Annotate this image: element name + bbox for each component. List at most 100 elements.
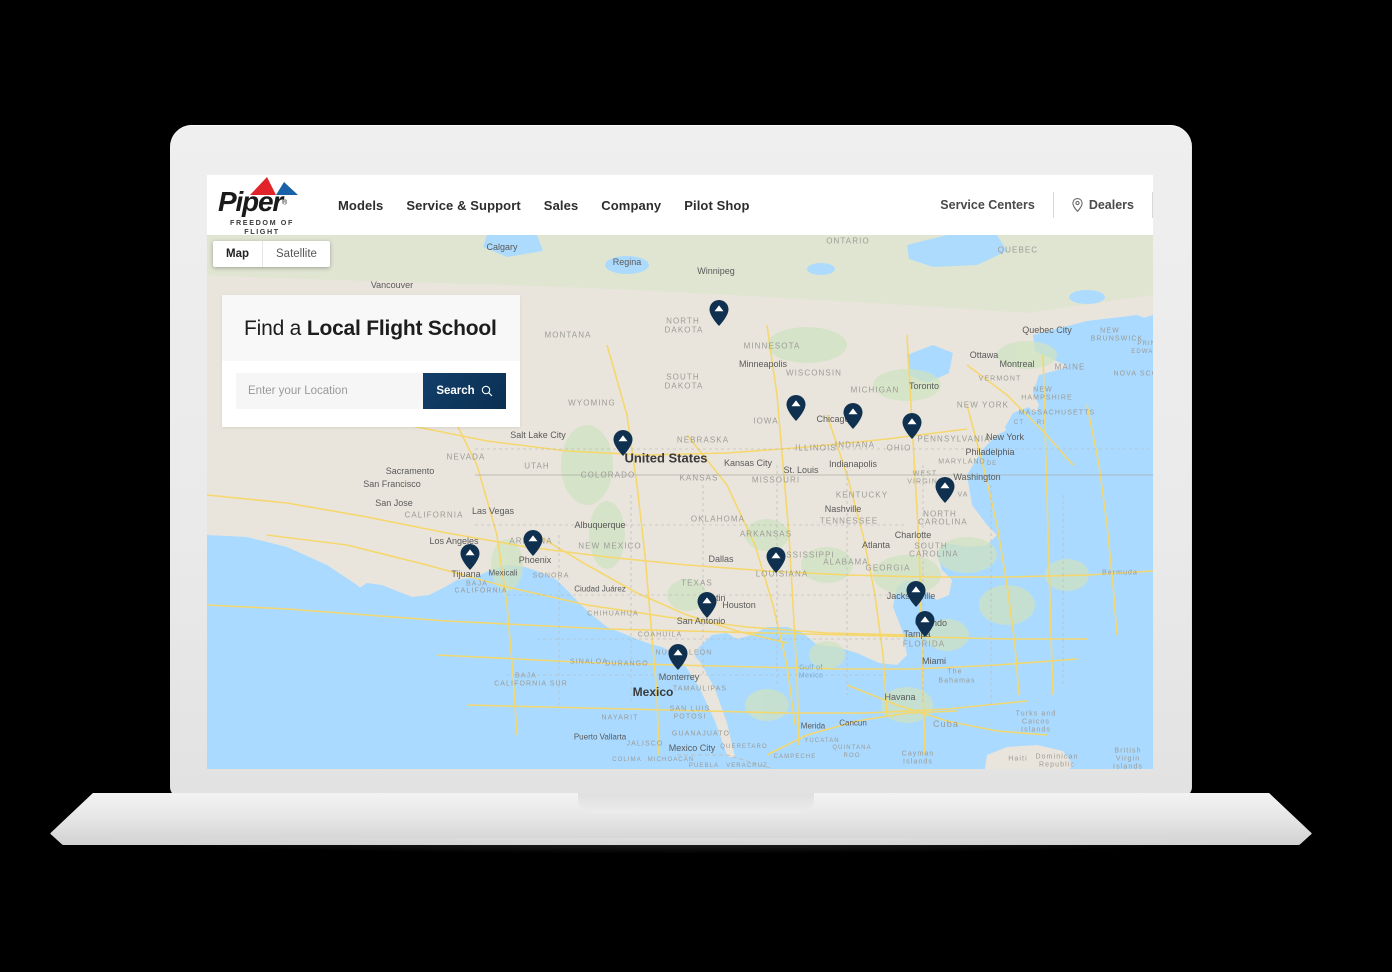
map-label: Washington	[953, 472, 1001, 482]
main-nav: Models Service & Support Sales Company P…	[338, 198, 750, 213]
map-pin-monterrey-mx[interactable]	[668, 644, 688, 670]
location-search-input[interactable]	[236, 373, 423, 409]
map-label: Cuba	[933, 719, 959, 729]
laptop-base-shadow	[60, 838, 1302, 854]
map-label: COLIMA	[612, 757, 642, 763]
piper-logo[interactable]: Piper® FREEDOM OF FLIGHT	[216, 175, 312, 236]
map-label: Monterrey	[658, 672, 700, 682]
laptop-base-notch	[578, 793, 814, 813]
map-label: TENNESSEE	[819, 516, 879, 526]
map-label: IOWA	[753, 416, 779, 426]
map-label: Vancouver	[370, 280, 414, 290]
map-label: Dominican	[1035, 753, 1079, 761]
map-label: Albuquerque	[574, 520, 626, 530]
map-label: SOUTH	[666, 372, 700, 382]
nav-item-service-support[interactable]: Service & Support	[406, 198, 520, 213]
map-label: CAMPECHE	[773, 754, 817, 760]
map-pin-fargo-nd[interactable]	[709, 300, 729, 326]
nav-item-company[interactable]: Company	[601, 198, 661, 213]
map-region[interactable]: Map Satellite Find a Local Flight School…	[207, 235, 1153, 769]
map-label: Indianapolis	[828, 459, 878, 469]
map-label: MICHIGAN	[850, 385, 900, 395]
map-label: SINALOA	[569, 658, 609, 666]
map-label: Mexico	[798, 672, 824, 680]
map-label: Mexicali	[488, 568, 518, 578]
map-label: MASSACHUSETTS	[1018, 409, 1096, 417]
map-type-control[interactable]: Map Satellite	[213, 241, 330, 267]
nav-item-sales[interactable]: Sales	[544, 198, 578, 213]
map-pin-san-antonio-tx[interactable]	[697, 592, 717, 618]
map-label: CALIFORNIA SUR	[494, 680, 568, 688]
map-label: MONTANA	[544, 330, 592, 340]
map-pin-ohio[interactable]	[902, 413, 922, 439]
map-label: Tijuana	[451, 569, 481, 579]
search-button-label: Search	[436, 385, 475, 397]
map-label: NEW	[1033, 386, 1053, 394]
map-label: Montreal	[999, 359, 1035, 369]
panel-body: Search	[222, 361, 520, 427]
map-label: Islands	[1021, 726, 1051, 734]
map-pin-denver-co[interactable]	[613, 430, 633, 456]
map-label: Nashville	[824, 504, 862, 514]
map-label: PUEBLA	[688, 763, 720, 769]
dealers-link[interactable]: Dealers	[1054, 192, 1152, 218]
screenshot-stage: Piper® FREEDOM OF FLIGHT Models Service …	[0, 0, 1392, 972]
map-label: SAN LUIS	[669, 705, 711, 713]
piper-logo-tagline: FREEDOM OF FLIGHT	[230, 217, 294, 236]
map-label: MINNESOTA	[743, 341, 801, 351]
map-label: CT	[1013, 420, 1025, 426]
piper-logo-registered: ®	[282, 199, 288, 207]
map-label: St. Louis	[783, 465, 819, 475]
search-row: Search	[236, 373, 506, 409]
map-label: Sacramento	[385, 466, 435, 476]
map-label: NAYARIT	[601, 714, 639, 722]
map-pin-chicago-il[interactable]	[843, 403, 863, 429]
map-label: TEXAS	[681, 578, 713, 588]
map-label: Calgary	[486, 242, 518, 252]
map-label: Winnipeg	[697, 266, 735, 276]
search-button[interactable]: Search	[423, 373, 506, 409]
map-label: NEVADA	[446, 452, 486, 462]
map-label: Atlanta	[861, 540, 891, 550]
map-label: Kansas City	[723, 458, 773, 468]
map-pin-mississippi[interactable]	[766, 547, 786, 573]
map-label: CHIHUAHUA	[587, 610, 639, 618]
map-label: Toronto	[908, 381, 940, 391]
map-label: NOVA SCOTIA	[1113, 370, 1153, 378]
map-type-satellite[interactable]: Satellite	[262, 241, 330, 267]
nav-item-models[interactable]: Models	[338, 198, 383, 213]
map-label: San Jose	[375, 498, 413, 508]
map-label: ONTARIO	[826, 236, 870, 246]
map-pin-jacksonville-fl[interactable]	[906, 581, 926, 607]
map-pin-iowa[interactable]	[786, 395, 806, 421]
map-label: MISSOURI	[751, 475, 801, 485]
map-label: QUINTANA	[832, 745, 872, 751]
nav-item-pilot-shop[interactable]: Pilot Shop	[684, 198, 749, 213]
header-utility-nav: Service Centers Dealers	[922, 175, 1153, 235]
map-pin-tijuana-ca[interactable]	[460, 544, 480, 570]
map-label: KANSAS	[679, 473, 719, 483]
map-type-map[interactable]: Map	[213, 241, 262, 267]
map-label: NEBRASKA	[676, 435, 730, 445]
map-pin-phoenix-az[interactable]	[523, 530, 543, 556]
map-label: GUANAJUATO	[671, 730, 731, 738]
map-pin-tampa-fl[interactable]	[915, 611, 935, 637]
map-label: QUERETARO	[720, 744, 768, 750]
map-label: RI	[1036, 420, 1046, 426]
map-label: Las Vegas	[471, 506, 515, 516]
panel-title-light: Find a	[244, 317, 307, 340]
map-label: OHIO	[886, 443, 912, 453]
map-label: WYOMING	[568, 398, 616, 408]
map-label: MAINE	[1054, 362, 1086, 372]
map-label: Miami	[922, 656, 946, 666]
map-label: COAHUILA	[637, 631, 683, 639]
service-centers-link[interactable]: Service Centers	[922, 192, 1053, 218]
map-label: UTAH	[524, 461, 550, 471]
map-label: Haiti	[1008, 755, 1028, 763]
map-label: KENTUCKY	[835, 490, 889, 500]
map-label: MARYLAND	[938, 458, 986, 466]
map-label: BAJA	[515, 672, 537, 680]
map-label: YUCATAN	[804, 738, 840, 744]
map-pin-virginia[interactable]	[935, 477, 955, 503]
map-label: CAROLINA	[918, 517, 968, 527]
